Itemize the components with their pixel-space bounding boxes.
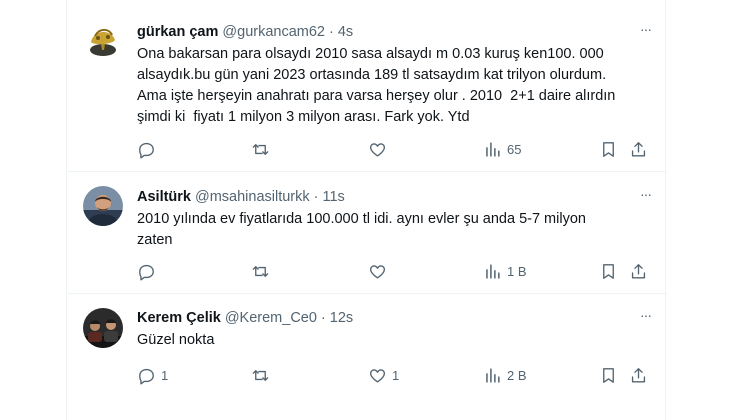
avatar-image	[83, 186, 123, 226]
bookmark-icon	[603, 263, 614, 279]
tweet-header: Kerem Çelik @Kerem_Ce0 · 12s ···	[137, 307, 652, 328]
views-button[interactable]: 65	[483, 138, 521, 160]
author-name[interactable]: Kerem Çelik	[137, 310, 221, 326]
author-handle[interactable]: @gurkancam62	[222, 24, 325, 40]
tweet-actions: 1 B	[137, 260, 647, 282]
like-count: 1	[392, 367, 400, 383]
bookmark-button[interactable]	[599, 260, 618, 282]
views-icon	[486, 367, 500, 383]
avatar[interactable]	[83, 308, 123, 348]
share-button[interactable]	[629, 364, 648, 386]
tweet-text: Ona bakarsan para olsaydı 2010 sasa alsa…	[137, 46, 616, 125]
tweet-header: gürkan çam @gurkancam62 · 4s ···	[137, 21, 652, 42]
reply-count: 1	[161, 367, 169, 383]
avatar[interactable]	[83, 186, 123, 226]
views-icon	[486, 141, 500, 157]
like-icon	[369, 264, 386, 279]
separator-dot: ·	[313, 189, 319, 205]
more-icon[interactable]: ···	[640, 186, 652, 202]
bookmark-button[interactable]	[599, 138, 618, 160]
tweet-time[interactable]: 12s	[330, 310, 353, 326]
bookmark-icon	[603, 367, 614, 383]
author-name[interactable]: Asiltürk	[137, 189, 191, 205]
reply-icon	[139, 264, 154, 280]
reply-icon	[139, 142, 154, 158]
views-button[interactable]: 2 B	[483, 364, 527, 386]
separator-dot: ·	[320, 310, 326, 326]
timeline: gürkan çam @gurkancam62 · 4s ··· Ona bak…	[66, 0, 667, 420]
tweet-actions: 65	[137, 138, 647, 160]
views-count: 65	[507, 141, 522, 157]
more-icon[interactable]: ···	[640, 21, 652, 37]
like-button[interactable]	[368, 138, 392, 160]
tweet-text: Güzel nokta	[137, 332, 215, 348]
tweet-actions: 1 1 2 B	[137, 364, 647, 386]
avatar-image	[83, 308, 123, 348]
tweet[interactable]: Asiltürk @msahinasilturkk · 11s ··· 2010…	[67, 172, 667, 294]
tweet[interactable]: gürkan çam @gurkancam62 · 4s ··· Ona bak…	[67, 0, 667, 172]
views-icon	[486, 263, 500, 279]
like-icon	[369, 142, 386, 157]
views-count: 1 B	[507, 263, 527, 279]
reply-button[interactable]	[137, 260, 161, 282]
bookmark-icon	[603, 141, 614, 157]
reply-button[interactable]: 1	[137, 364, 168, 386]
author-handle[interactable]: @Kerem_Ce0	[225, 310, 317, 326]
views-count: 2 B	[507, 367, 527, 383]
more-icon[interactable]: ···	[640, 307, 652, 323]
bookmark-button[interactable]	[599, 364, 618, 386]
retweet-icon	[252, 265, 269, 277]
author-handle[interactable]: @msahinasilturkk	[195, 189, 310, 205]
share-button[interactable]	[629, 138, 648, 160]
tweet-text: 2010 yılında ev fiyatlarıda 100.000 tl i…	[137, 211, 586, 248]
retweet-icon	[252, 369, 269, 381]
avatar[interactable]	[83, 20, 123, 60]
reply-icon	[139, 368, 154, 384]
like-button[interactable]: 1	[368, 364, 399, 386]
views-button[interactable]: 1 B	[483, 260, 527, 282]
share-icon	[631, 141, 646, 157]
separator-dot: ·	[328, 24, 334, 40]
retweet-icon	[252, 143, 269, 155]
tweet-time[interactable]: 11s	[322, 189, 344, 205]
retweet-button[interactable]	[251, 364, 275, 386]
like-button[interactable]	[368, 260, 392, 282]
tweet[interactable]: Kerem Çelik @Kerem_Ce0 · 12s ··· Güzel n…	[67, 294, 667, 420]
retweet-button[interactable]	[251, 260, 275, 282]
tweet-header: Asiltürk @msahinasilturkk · 11s ···	[137, 186, 652, 207]
reply-button[interactable]	[137, 138, 161, 160]
like-icon	[369, 368, 386, 383]
share-button[interactable]	[629, 260, 648, 282]
share-icon	[631, 263, 646, 279]
retweet-button[interactable]	[251, 138, 275, 160]
author-name[interactable]: gürkan çam	[137, 24, 218, 40]
tweet-time[interactable]: 4s	[338, 24, 353, 40]
share-icon	[631, 367, 646, 383]
avatar-image	[83, 20, 123, 60]
